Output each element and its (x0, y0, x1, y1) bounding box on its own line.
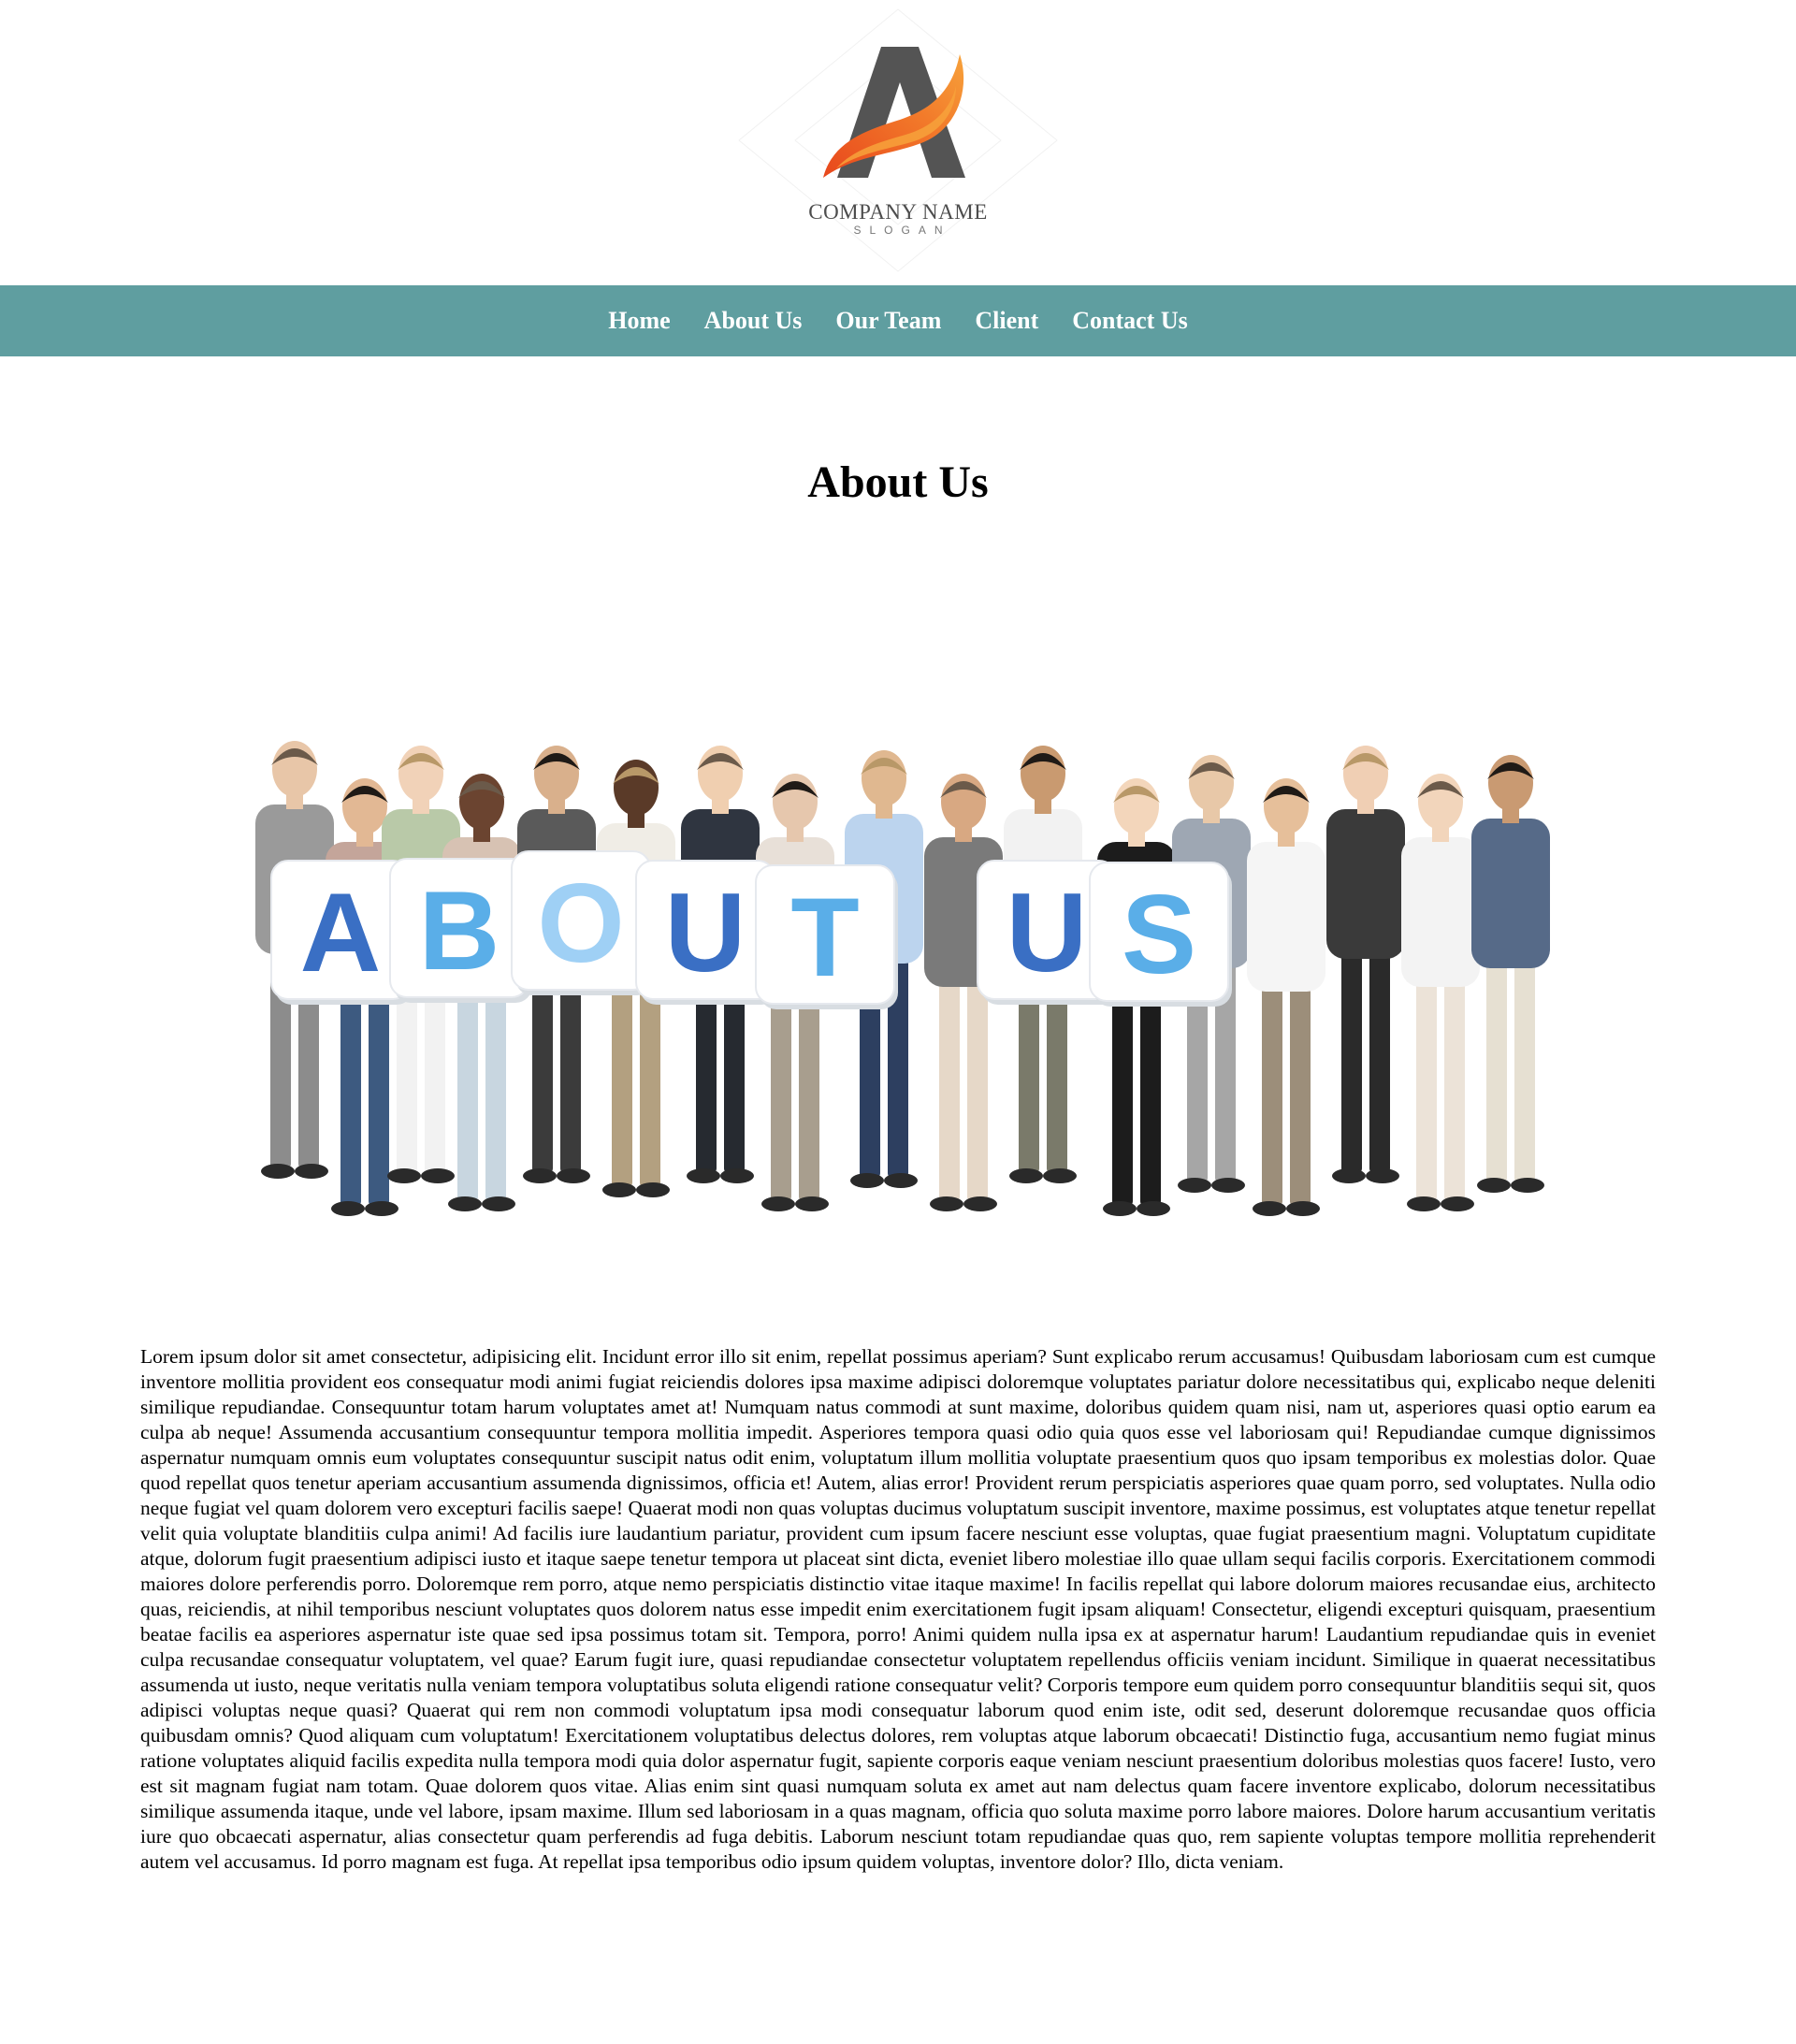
site-header: COMPANY NAME SLOGAN (0, 0, 1796, 285)
card-letter-3: O (537, 861, 624, 986)
nav-contact-us[interactable]: Contact Us (1072, 307, 1188, 335)
company-slogan: SLOGAN (853, 224, 951, 237)
nav-home[interactable]: Home (608, 307, 670, 335)
card-letter-7: S (1122, 872, 1196, 997)
card-letter-5: T (790, 875, 859, 1000)
nav-about-us[interactable]: About Us (704, 307, 803, 335)
person-17 (1471, 755, 1550, 1193)
about-us-hero-image: ABOUTUS (210, 720, 1595, 1225)
letter-card-s-7: S (1089, 862, 1232, 1007)
person-16 (1401, 774, 1480, 1211)
main-navbar: Home About Us Our Team Client Contact Us (0, 285, 1796, 356)
nav-our-team[interactable]: Our Team (835, 307, 941, 335)
company-logo[interactable]: COMPANY NAME SLOGAN (720, 0, 1076, 285)
person-15 (1326, 746, 1405, 1183)
logo-mark-icon (738, 8, 1058, 272)
about-paragraph: Lorem ipsum dolor sit amet consectetur, … (140, 1345, 1656, 1873)
person-14 (1247, 778, 1325, 1216)
card-letter-2: B (419, 868, 500, 993)
company-name: COMPANY NAME (808, 200, 988, 224)
card-letter-1: A (300, 870, 382, 995)
letter-card-t-5: T (755, 864, 898, 1009)
card-letter-4: U (665, 870, 746, 995)
team-photo-illustration: ABOUTUS (255, 741, 1550, 1216)
card-letter-6: U (1007, 870, 1088, 995)
nav-client[interactable]: Client (975, 307, 1038, 335)
letter-card-o-3: O (511, 850, 654, 995)
page-title: About Us (807, 457, 989, 507)
